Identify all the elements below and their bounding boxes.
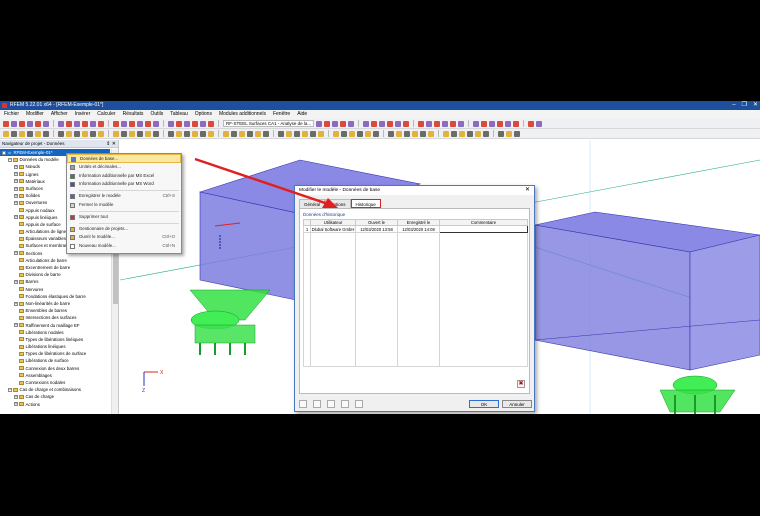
annotation-arrow-line — [194, 157, 329, 206]
annotation-arrow — [194, 157, 338, 208]
application-window: RFEM 5.22.01 x64 - [RFEM-Exemple-01*] – … — [0, 101, 760, 414]
